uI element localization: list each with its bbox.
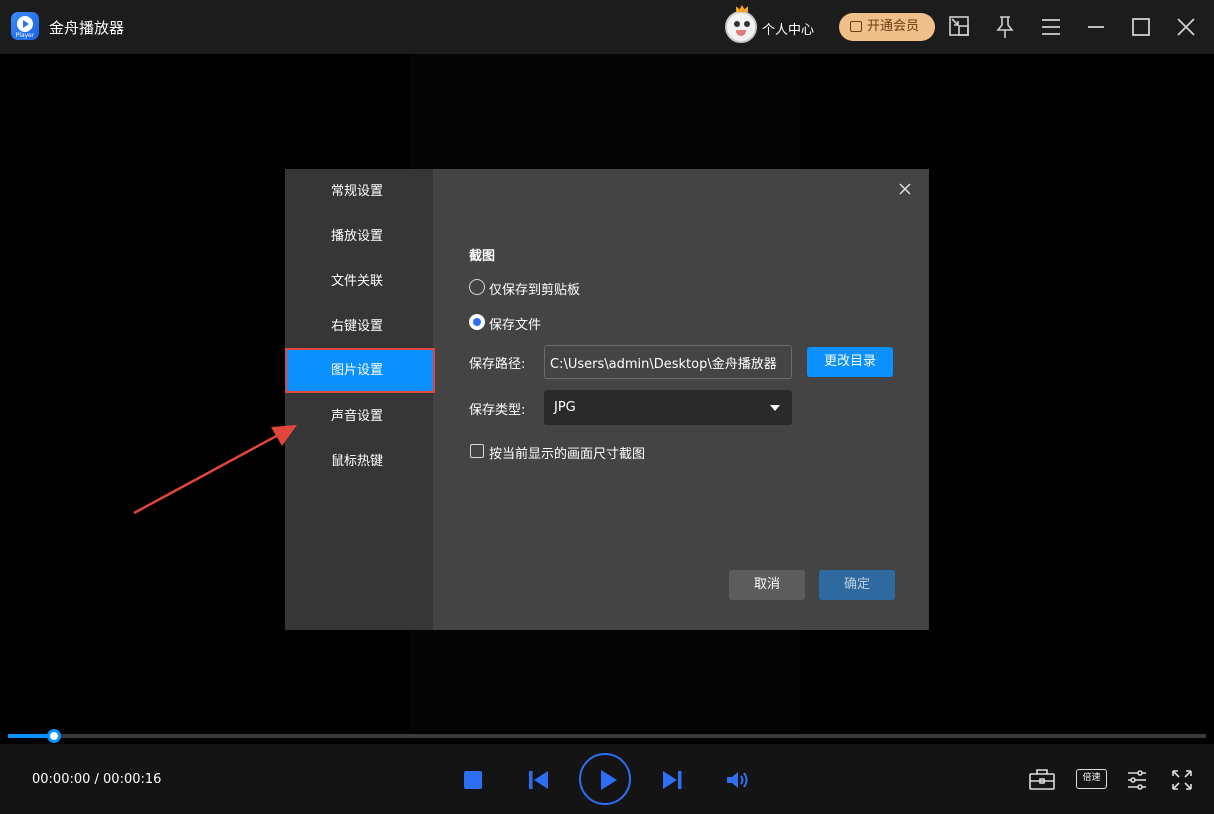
- display-size-checkbox[interactable]: [470, 444, 484, 458]
- crown-icon: [736, 5, 748, 12]
- radio-clipboard-only[interactable]: [469, 279, 485, 295]
- settings-dialog: 常规设置 播放设置 文件关联 右键设置 图片设置 声音设置 鼠标热键 截图 仅保…: [285, 169, 929, 630]
- save-type-value: JPG: [554, 400, 576, 415]
- save-path-label: 保存路径:: [469, 357, 526, 372]
- stop-icon[interactable]: [464, 771, 482, 789]
- dialog-close-icon[interactable]: [895, 179, 915, 199]
- avatar[interactable]: [725, 5, 757, 43]
- thumb-up-icon: [850, 21, 862, 32]
- play-icon[interactable]: [579, 753, 631, 805]
- mini-mode-icon[interactable]: [946, 13, 974, 41]
- volume-icon[interactable]: [724, 767, 752, 793]
- user-center-link[interactable]: 个人中心: [762, 19, 814, 38]
- radio-save-file-label[interactable]: 保存文件: [489, 314, 541, 333]
- menu-icon[interactable]: [1037, 13, 1065, 41]
- cancel-button[interactable]: 取消: [729, 570, 805, 600]
- sidebar-item-audio[interactable]: 声音设置: [285, 394, 433, 439]
- sidebar-item-image-settings[interactable]: 图片设置: [285, 348, 435, 393]
- radio-save-file[interactable]: [469, 314, 485, 330]
- pin-icon[interactable]: [991, 13, 1019, 41]
- title-bar: Player 金舟播放器 个人中心 开通会员: [0, 0, 1214, 54]
- settings-sliders-icon[interactable]: [1123, 767, 1151, 793]
- sidebar-item-playback[interactable]: 播放设置: [285, 214, 433, 259]
- vip-button[interactable]: 开通会员: [839, 13, 935, 41]
- save-path-input[interactable]: [544, 345, 792, 379]
- chevron-down-icon: [770, 405, 780, 411]
- toolbox-icon[interactable]: [1028, 767, 1056, 793]
- progress-handle[interactable]: [46, 729, 61, 743]
- next-icon[interactable]: [658, 767, 686, 793]
- time-display: 00:00:00 / 00:00:16: [32, 772, 162, 787]
- speed-icon[interactable]: 倍速: [1076, 769, 1107, 789]
- radio-clipboard-label[interactable]: 仅保存到剪贴板: [489, 279, 580, 298]
- ok-button[interactable]: 确定: [819, 570, 895, 600]
- app-title: 金舟播放器: [49, 19, 125, 37]
- sidebar-item-mouse-hotkeys[interactable]: 鼠标热键: [285, 439, 433, 484]
- minimize-icon[interactable]: [1082, 13, 1110, 41]
- screenshot-section-title: 截图: [469, 249, 496, 264]
- app-logo-text: Player: [15, 32, 35, 39]
- display-size-checkbox-label[interactable]: 按当前显示的画面尺寸截图: [489, 443, 645, 462]
- fullscreen-icon[interactable]: [1168, 767, 1196, 793]
- vip-button-label: 开通会员: [867, 19, 920, 34]
- sidebar-item-general[interactable]: 常规设置: [285, 169, 433, 214]
- change-directory-button[interactable]: 更改目录: [807, 347, 893, 377]
- previous-icon[interactable]: [526, 767, 554, 793]
- sidebar-item-right-click[interactable]: 右键设置: [285, 304, 433, 349]
- settings-sidebar: 常规设置 播放设置 文件关联 右键设置 图片设置 声音设置 鼠标热键: [285, 169, 435, 630]
- app-logo-icon: Player: [11, 12, 39, 40]
- close-window-icon[interactable]: [1172, 13, 1200, 41]
- sidebar-item-file-association[interactable]: 文件关联: [285, 259, 433, 304]
- save-type-label: 保存类型:: [469, 403, 526, 418]
- save-type-select[interactable]: JPG: [544, 390, 792, 425]
- control-bar: 00:00:00 / 00:00:16 倍速: [0, 744, 1214, 814]
- progress-bar[interactable]: [8, 729, 1206, 743]
- maximize-icon[interactable]: [1127, 13, 1155, 41]
